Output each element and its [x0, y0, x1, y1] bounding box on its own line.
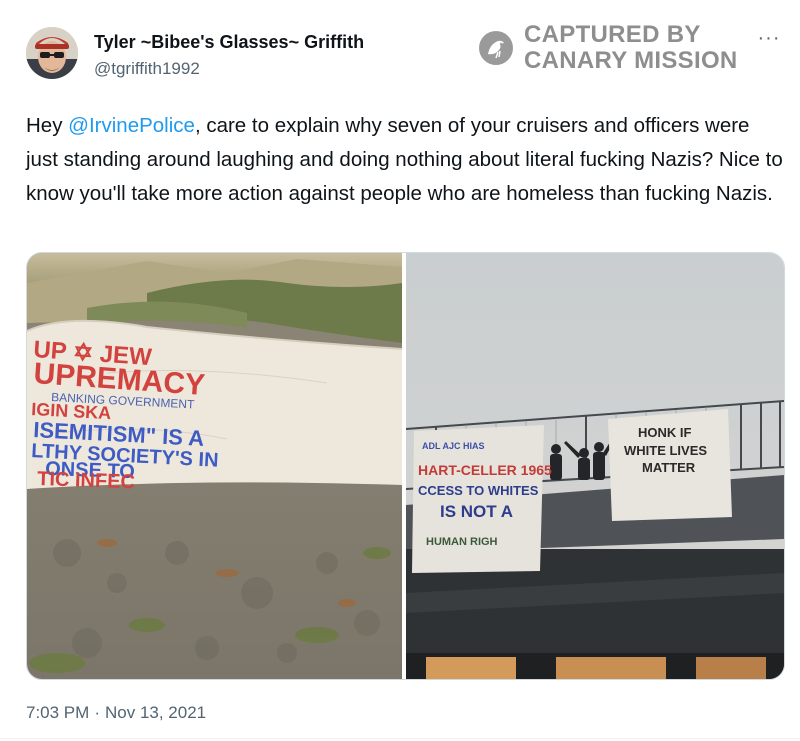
tweet-time: 7:03 PM — [26, 703, 90, 722]
display-name[interactable]: Tyler ~Bibee's Glasses~ Griffith — [94, 32, 364, 53]
divider — [0, 738, 800, 739]
mention-link[interactable]: @IrvinePolice — [68, 114, 195, 137]
banner-overpass-line-5: HUMAN RIGH — [426, 536, 498, 548]
banner-honk-line-1: HONK IF — [638, 425, 692, 440]
canary-bird-icon — [478, 30, 514, 66]
tweet-date: Nov 13, 2021 — [104, 703, 207, 722]
banner-honk-line-2: WHITE LIVES — [624, 443, 707, 458]
photo-overpass-banners[interactable]: ADL AJC HIAS HART-CELLER 1965 CCESS TO W… — [406, 253, 784, 679]
watermark-line-1: CAPTURED BY — [524, 21, 701, 48]
user-handle[interactable]: @tgriffith1992 — [94, 59, 200, 79]
tweet-timestamp[interactable]: 7:03 PM · Nov 13, 2021 — [26, 703, 206, 723]
banner-left-line-8: TIC INFEC — [37, 468, 135, 493]
tweet-text: Hey @IrvinePolice, care to explain why s… — [26, 109, 786, 211]
timestamp-separator: · — [94, 703, 100, 722]
banner-overpass-line-2: HART-CELLER 1965 — [418, 462, 552, 478]
banner-overpass-line-1: ADL AJC HIAS — [422, 441, 485, 451]
tweet-card: Tyler ~Bibee's Glasses~ Griffith @tgriff… — [0, 0, 800, 741]
watermark-line-2: CANARY MISSION — [524, 47, 738, 74]
media-grid: UP ✡ JEW UPREMACY BANKING GOVERNMENT IGI… — [26, 252, 785, 680]
banner-overpass-line-4: IS NOT A — [440, 502, 513, 521]
photo-hillside-banner[interactable]: UP ✡ JEW UPREMACY BANKING GOVERNMENT IGI… — [27, 253, 402, 679]
tweet-text-prefix: Hey — [26, 114, 69, 137]
banner-overpass-line-3: CCESS TO WHITES — [418, 483, 539, 498]
canary-mission-watermark: CAPTURED BY CANARY MISSION — [478, 22, 738, 74]
avatar[interactable] — [26, 27, 78, 79]
more-options-button[interactable]: ··· — [754, 28, 784, 52]
banner-honk-line-3: MATTER — [642, 460, 696, 475]
